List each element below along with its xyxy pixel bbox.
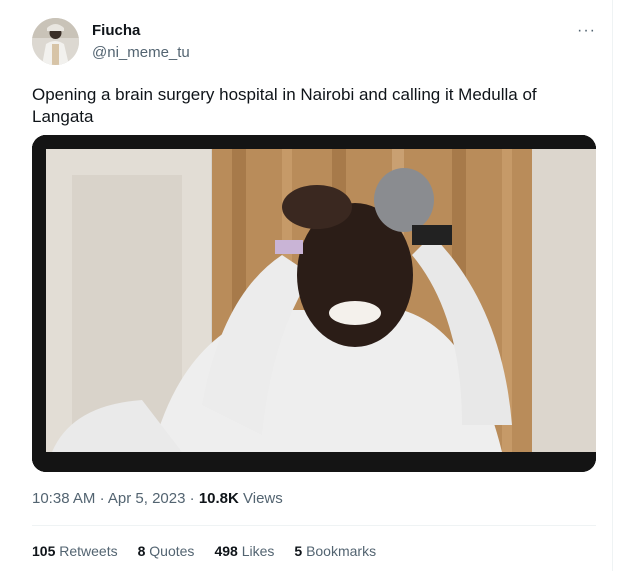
retweets-stat[interactable]: 105 Retweets xyxy=(32,543,118,559)
quotes-label: Quotes xyxy=(149,543,195,559)
tweet-timestamp[interactable]: 10:38 AM · Apr 5, 2023 · 10.8K Views xyxy=(32,490,283,507)
meta-separator: · xyxy=(189,490,195,507)
quotes-count: 8 xyxy=(137,543,146,559)
retweets-label: Retweets xyxy=(59,543,118,559)
likes-label: Likes xyxy=(241,543,275,559)
author-display-name[interactable]: Fiucha xyxy=(92,22,140,39)
tweet-text: Opening a brain surgery hospital in Nair… xyxy=(32,85,537,126)
avatar[interactable] xyxy=(32,18,79,65)
views-count: 10.8K xyxy=(198,490,239,507)
tweet-card: Fiucha @ni_meme_tu ··· Opening a brain s… xyxy=(0,0,613,571)
retweets-count: 105 xyxy=(32,543,56,559)
likes-count: 498 xyxy=(214,543,238,559)
avatar-image xyxy=(32,18,79,65)
likes-stat[interactable]: 498 Likes xyxy=(214,543,274,559)
ellipsis-icon[interactable]: ··· xyxy=(577,22,596,40)
quotes-stat[interactable]: 8 Quotes xyxy=(138,543,195,559)
bookmarks-stat[interactable]: 5 Bookmarks xyxy=(294,543,376,559)
views-label: Views xyxy=(243,490,283,507)
tweet-date: Apr 5, 2023 xyxy=(107,490,186,507)
divider xyxy=(32,525,596,526)
video-still-image xyxy=(32,135,596,472)
engagement-stats: 105 Retweets 8 Quotes 498 Likes 5 Bookma… xyxy=(32,543,376,559)
tweet-time: 10:38 AM xyxy=(32,490,96,507)
tweet-media[interactable] xyxy=(32,135,596,472)
bookmarks-label: Bookmarks xyxy=(306,543,377,559)
author-handle[interactable]: @ni_meme_tu xyxy=(92,44,190,61)
meta-separator: · xyxy=(99,490,105,507)
bookmarks-count: 5 xyxy=(294,543,303,559)
